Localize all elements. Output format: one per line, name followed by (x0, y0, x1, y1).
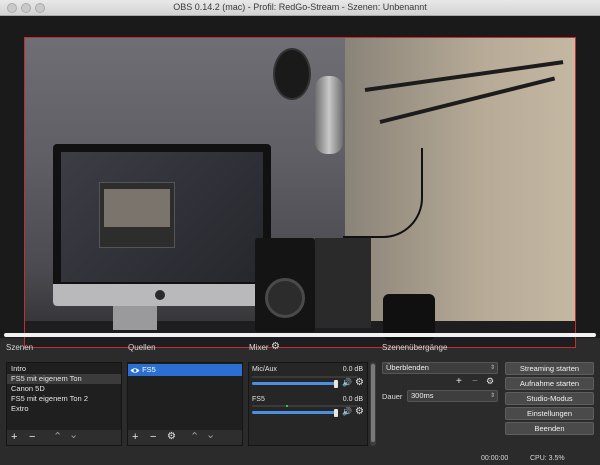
sources-toolbar: + − ⚙ ⌃ ⌄ (128, 429, 242, 445)
mixer-volume-slider[interactable] (252, 382, 338, 385)
start-streaming-button[interactable]: Streaming starten (505, 362, 594, 375)
add-scene-button[interactable]: + (11, 431, 17, 443)
mixer-scrollbar[interactable] (370, 362, 376, 446)
mixer-channel-name: Mic/Aux (252, 366, 277, 373)
preview-area (0, 16, 600, 348)
add-transition-button[interactable]: + (456, 376, 462, 387)
scenes-toolbar: + − ⌃ ⌄ (7, 429, 121, 445)
preview-microphone (315, 76, 343, 154)
title-bar: OBS 0.14.2 (mac) - Profil: RedGo-Stream … (0, 0, 600, 16)
sources-label: Quellen (128, 343, 156, 352)
duration-value: 300ms (411, 391, 434, 400)
eye-icon[interactable] (130, 367, 140, 374)
transitions-label: Szenenübergänge (382, 343, 448, 352)
preview-splitter[interactable] (4, 333, 596, 337)
scene-item[interactable]: Extro (7, 404, 121, 414)
preview-canvas[interactable] (24, 37, 576, 348)
sources-panel: FS5 + − ⚙ ⌃ ⌄ (127, 362, 243, 446)
mixer-channel-db: 0.0 dB (342, 366, 363, 373)
source-down-button[interactable]: ⌄ (206, 429, 215, 441)
mixer-volume-slider[interactable] (252, 411, 338, 414)
scene-item[interactable]: Canon 5D (7, 384, 121, 394)
source-item[interactable]: FS5 (128, 364, 242, 376)
exit-button[interactable]: Beenden (505, 422, 594, 435)
mixer-channel-gear-icon[interactable]: ⚙ (355, 406, 364, 417)
mixer-panel: Mic/Aux 0.0 dB 🔊 ⚙ FS5 0.0 dB 🔊 ⚙ (248, 362, 368, 446)
window-title: OBS 0.14.2 (mac) - Profil: RedGo-Stream … (173, 2, 427, 12)
sources-list: FS5 (128, 363, 242, 376)
mixer-volume-knob[interactable] (334, 409, 338, 417)
stepper-arrows-icon[interactable]: ⇕ (490, 391, 495, 401)
mixer-channel-db: 0.0 dB (342, 396, 363, 403)
status-time: 00:00:00 (481, 455, 509, 462)
settings-button[interactable]: Einstellungen (505, 407, 594, 420)
scene-item[interactable]: Intro (7, 364, 121, 374)
scenes-label: Szenen (6, 343, 34, 352)
source-up-button[interactable]: ⌃ (190, 431, 199, 443)
add-source-button[interactable]: + (132, 431, 138, 443)
source-name: FS5 (142, 365, 156, 374)
remove-scene-button[interactable]: − (29, 431, 35, 443)
studio-mode-button[interactable]: Studio-Modus (505, 392, 594, 405)
mixer-volume-knob[interactable] (334, 380, 338, 388)
scene-item[interactable]: FS5 mit eigenem Ton (7, 374, 121, 384)
mixer-channel-gear-icon[interactable]: ⚙ (355, 377, 364, 388)
mixer-label: Mixer (249, 343, 269, 352)
remove-source-button[interactable]: − (150, 431, 156, 443)
scene-up-button[interactable]: ⌃ (53, 431, 62, 443)
start-recording-button[interactable]: Aufnahme starten (505, 377, 594, 390)
speaker-mute-icon[interactable]: 🔊 (342, 378, 352, 387)
scenes-list: Intro FS5 mit eigenem Ton Canon 5D FS5 m… (7, 363, 121, 414)
preview-imac (53, 144, 271, 306)
remove-transition-button[interactable]: − (472, 376, 478, 387)
duration-input[interactable]: 300ms ⇕ (407, 390, 498, 402)
speaker-mute-icon[interactable]: 🔊 (342, 407, 352, 416)
transition-select[interactable]: Überblenden ⇕ (382, 362, 498, 374)
source-properties-gear-icon[interactable]: ⚙ (167, 431, 176, 443)
status-cpu: CPU: 3.5% (530, 455, 565, 462)
transition-selected: Überblenden (386, 363, 429, 372)
duration-label: Dauer (382, 392, 403, 401)
mixer-gear-icon[interactable]: ⚙ (271, 342, 281, 352)
transition-gear-icon[interactable]: ⚙ (486, 376, 494, 387)
scene-item[interactable]: FS5 mit eigenem Ton 2 (7, 394, 121, 404)
mixer-channel-name: FS5 (252, 396, 265, 403)
scene-down-button[interactable]: ⌄ (69, 429, 78, 441)
scenes-panel: Intro FS5 mit eigenem Ton Canon 5D FS5 m… (6, 362, 122, 446)
select-arrows-icon: ⇕ (489, 365, 495, 371)
